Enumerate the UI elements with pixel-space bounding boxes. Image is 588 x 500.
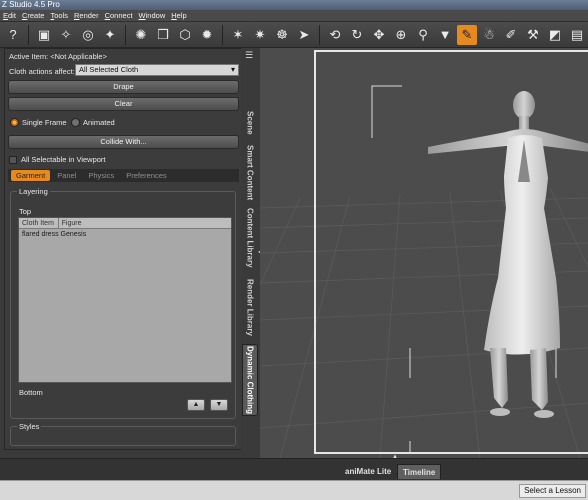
bulb-icon[interactable]: ✹ (197, 25, 217, 45)
tab-physics[interactable]: Physics (83, 170, 119, 181)
select-lesson-button[interactable]: Select a Lesson (519, 484, 586, 498)
cloth-item-cell: flared dress (22, 231, 59, 238)
move-icon[interactable]: ✥ (369, 25, 389, 45)
pane-menu-icon[interactable]: ☰ (242, 50, 256, 62)
column-cloth-item[interactable]: Cloth Item (19, 218, 59, 228)
light-icon[interactable]: ✺ (131, 25, 151, 45)
magic-icon[interactable]: ✐ (501, 25, 521, 45)
orbit-icon[interactable]: ⟲ (325, 25, 345, 45)
active-item-label: Active Item: <Not Applicable> (9, 52, 107, 61)
checkbox-icon (9, 155, 17, 164)
paint-icon[interactable]: ✎ (457, 24, 477, 45)
menu-connect[interactable]: Connect (102, 11, 136, 20)
cloth-actions-dropdown[interactable]: All Selected Cloth (75, 64, 239, 76)
figure-cell: Genesis (60, 231, 87, 238)
layering-table: Cloth Item Figure flared dress Genesis (18, 217, 232, 383)
layering-title: Layering (17, 187, 50, 196)
layering-group: Layering Top Cloth Item Figure flared dr… (10, 187, 236, 419)
tab-preferences[interactable]: Preferences (121, 170, 171, 181)
clear-button[interactable]: Clear (8, 97, 239, 111)
toolbar-divider (319, 24, 320, 45)
move-up-button[interactable]: ▲ (187, 399, 205, 411)
drape-button[interactable]: Drape (8, 80, 239, 94)
pane-side-tabs: Scene Smart Content Content Library Rend… (241, 48, 259, 450)
tab-panel[interactable]: Panel (52, 170, 81, 181)
tab-content-library[interactable]: Content Library (242, 206, 258, 270)
clothing-subtabs: Garment Panel Physics Preferences (8, 169, 239, 182)
column-figure[interactable]: Figure (59, 218, 231, 228)
all-selectable-label: All Selectable in Viewport (21, 155, 106, 164)
single-frame-radio[interactable]: Single Frame (10, 118, 67, 127)
rotate-icon[interactable]: ↻ (347, 25, 367, 45)
menu-help[interactable]: Help (168, 11, 189, 20)
menu-edit[interactable]: Edit (0, 11, 19, 20)
styles-title: Styles (17, 422, 42, 431)
radio-unselected-icon (71, 118, 80, 127)
menu-create[interactable]: Create (19, 11, 48, 20)
viewport-3d[interactable] (260, 48, 588, 458)
cube-icon[interactable]: ❒ (153, 25, 173, 45)
figure-icon[interactable]: ☸ (272, 25, 292, 45)
arrow-icon[interactable]: ➤ (294, 25, 314, 45)
dynamic-clothing-pane: Active Item: <Not Applicable> Cloth acti… (4, 48, 242, 450)
toolbar-divider (28, 24, 29, 45)
spot-light-icon[interactable]: ✶ (228, 25, 248, 45)
help-icon[interactable]: ? (3, 25, 23, 45)
table-row[interactable]: flared dress Genesis (19, 229, 231, 240)
tab-animate-lite[interactable]: aniMate Lite (340, 464, 396, 479)
menu-tools[interactable]: Tools (47, 11, 71, 20)
viewport-frame (314, 50, 588, 454)
star-icon[interactable]: ✦ (100, 25, 120, 45)
radio-selected-icon (10, 118, 19, 127)
all-selectable-checkbox[interactable]: All Selectable in Viewport (9, 155, 106, 164)
tab-timeline[interactable]: Timeline (397, 464, 442, 479)
single-frame-label: Single Frame (22, 118, 67, 127)
scene-icon[interactable]: ▣ (34, 25, 54, 45)
menu-window[interactable]: Window (136, 11, 169, 20)
globe-icon[interactable]: ◎ (78, 25, 98, 45)
tab-scene[interactable]: Scene (242, 106, 258, 140)
figure-pose-icon[interactable]: ☃ (479, 25, 499, 45)
node-icon[interactable]: ⚒ (523, 25, 543, 45)
universal-tool-icon[interactable]: ⊕ (391, 25, 411, 45)
top-label: Top (19, 207, 32, 216)
wand-icon[interactable]: ✧ (56, 25, 76, 45)
bottom-tab-bar: aniMate Lite Timeline (0, 458, 588, 480)
main-toolbar: ? ▣ ✧ ◎ ✦ ✺ ❒ ⬡ ✹ ✶ ✷ ☸ ➤ ⟲ ↻ ✥ ⊕ ⚲ ▼ ✎ … (0, 22, 588, 48)
toolbar-divider (222, 24, 223, 45)
collide-with-button[interactable]: Collide With... (8, 135, 239, 149)
status-bar: Select a Lesson (0, 480, 588, 500)
animated-label: Animated (83, 118, 115, 127)
tab-garment[interactable]: Garment (11, 170, 51, 181)
tab-render-library[interactable]: Render Library (242, 276, 258, 338)
move-down-button[interactable]: ▼ (210, 399, 228, 411)
menu-render[interactable]: Render (71, 11, 102, 20)
menu-bar: Edit Create Tools Render Connect Window … (0, 10, 588, 22)
window-title: Z Studio 4.5 Pro (0, 0, 588, 10)
cube-outline-icon[interactable]: ⬡ (175, 25, 195, 45)
table-header: Cloth Item Figure (19, 218, 231, 229)
arrow-up-icon: ▲ (192, 401, 200, 408)
joint-icon[interactable]: ⚲ (413, 25, 433, 45)
bottom-label: Bottom (19, 388, 43, 397)
styles-group: Styles (10, 422, 236, 446)
tab-smart-content[interactable]: Smart Content (242, 142, 258, 204)
pin-icon[interactable]: ▼ (435, 25, 455, 45)
toolbar-divider (125, 24, 126, 45)
arrow-down-icon: ▼ (215, 401, 223, 408)
animated-radio[interactable]: Animated (71, 118, 115, 127)
cloth-actions-label: Cloth actions affect: (9, 67, 75, 76)
camera-icon[interactable]: ▤ (567, 25, 587, 45)
surface-icon[interactable]: ◩ (545, 25, 565, 45)
spark-icon[interactable]: ✷ (250, 25, 270, 45)
tab-dynamic-clothing[interactable]: Dynamic Clothing (242, 344, 258, 416)
